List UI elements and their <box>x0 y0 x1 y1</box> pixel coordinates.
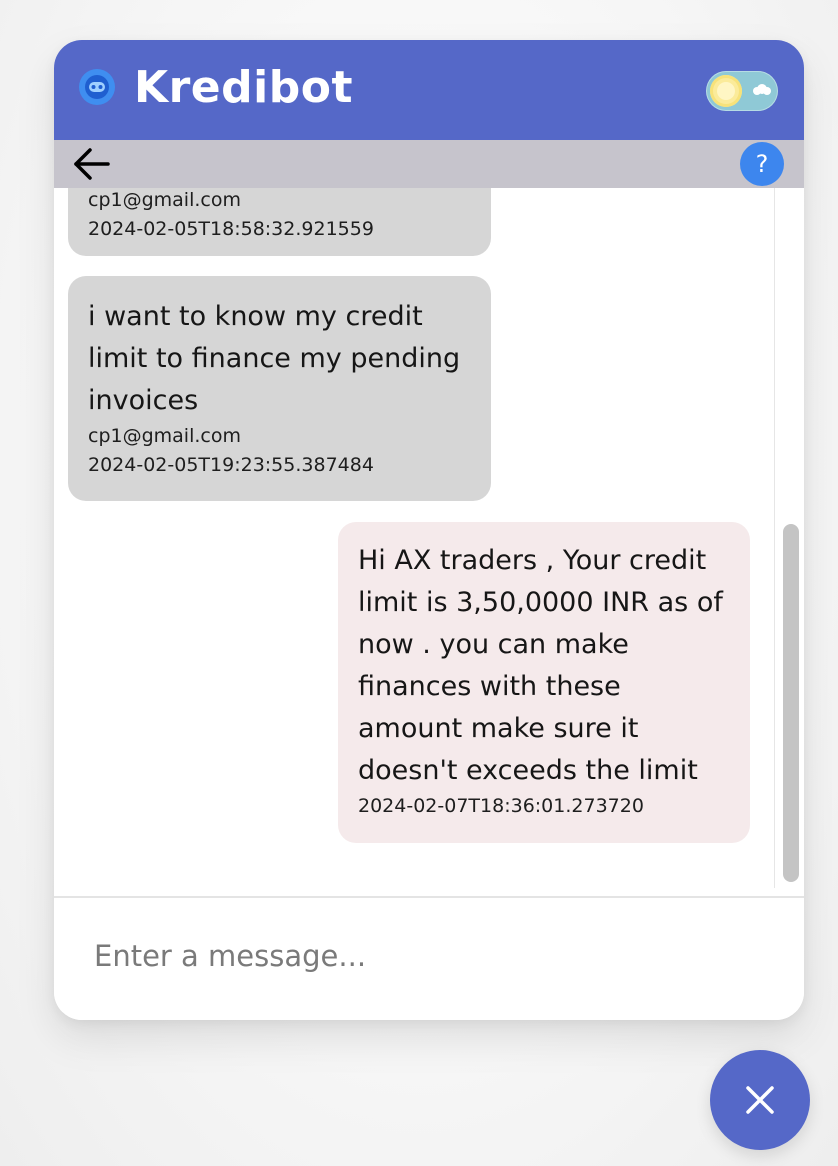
user-message: cp1@gmail.com 2024-02-05T18:58:32.921559 <box>68 188 491 256</box>
message-timestamp: 2024-02-07T18:36:01.273720 <box>358 795 644 817</box>
arrow-left-icon <box>74 148 110 180</box>
message-timestamp: 2024-02-05T19:23:55.387484 <box>88 454 374 476</box>
sun-icon <box>710 75 742 107</box>
back-button[interactable] <box>72 146 112 182</box>
message-text: i want to know my credit limit to financ… <box>88 301 461 416</box>
message-timestamp: 2024-02-05T18:58:32.921559 <box>88 218 374 240</box>
sender-email: cp1@gmail.com <box>88 189 241 211</box>
help-button[interactable]: ? <box>740 142 784 186</box>
message-text: Hi AX traders , Your credit limit is 3,5… <box>358 545 723 786</box>
message-list: cp1@gmail.com 2024-02-05T18:58:32.921559… <box>54 188 774 896</box>
chat-header: Kredibot <box>54 40 804 140</box>
message-input[interactable] <box>92 926 756 986</box>
close-chat-button[interactable] <box>710 1050 810 1150</box>
navigation-bar: ? <box>54 140 804 188</box>
theme-toggle[interactable] <box>706 71 778 111</box>
sender-email: cp1@gmail.com <box>88 425 241 447</box>
chat-window: Kredibot ? cp1@gmail.com 2024-02-05T18:5… <box>54 40 804 1020</box>
user-message: i want to know my credit limit to financ… <box>68 276 491 501</box>
cloud-icon <box>750 81 772 95</box>
bot-message: Hi AX traders , Your credit limit is 3,5… <box>338 522 750 843</box>
message-scrollbar[interactable] <box>774 188 804 888</box>
robot-icon <box>78 68 116 106</box>
scrollbar-thumb[interactable] <box>783 524 799 882</box>
close-icon <box>746 1086 774 1114</box>
message-composer <box>54 898 804 1020</box>
app-title: Kredibot <box>134 62 353 113</box>
page: Kredibot ? cp1@gmail.com 2024-02-05T18:5… <box>0 0 838 1166</box>
